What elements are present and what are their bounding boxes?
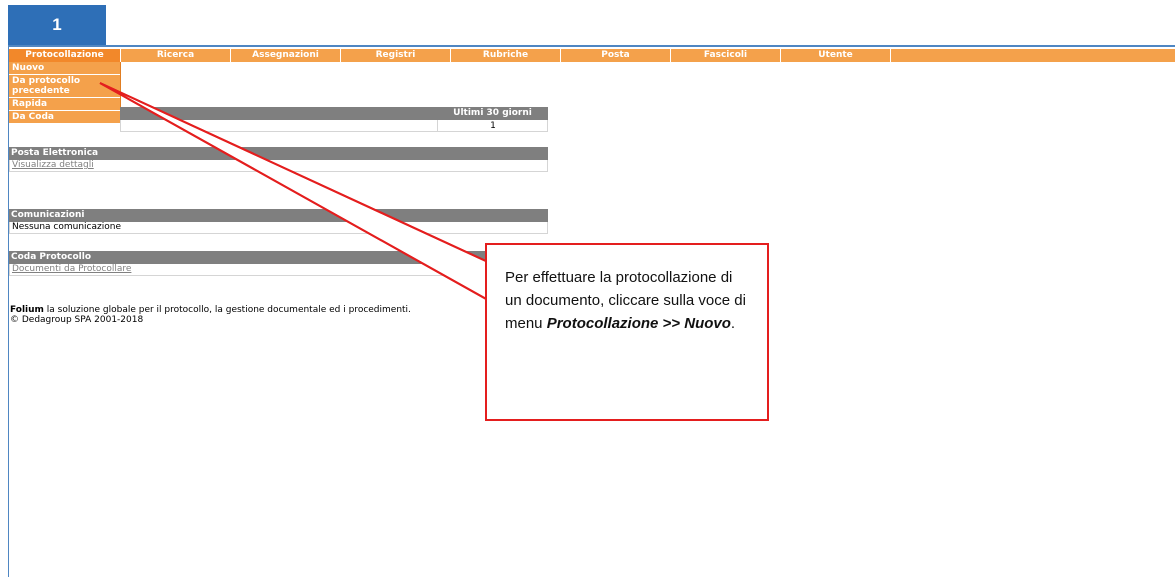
footer-brand: Folium [10,305,44,315]
instruction-callout: Per effettuare la protocollazione di un … [485,243,769,421]
step-number-badge: 1 [8,5,106,45]
stats-column-header: Ultimi 30 giorni [437,107,548,120]
submenu-item-da-protocollo-precedente[interactable]: Da protocollo precedente [9,75,120,98]
menu-utente[interactable]: Utente [781,49,891,62]
submenu-item-nuovo[interactable]: Nuovo [9,62,120,75]
frame-border-left [8,45,9,577]
menu-fascicoli[interactable]: Fascicoli [671,49,781,62]
footer-copyright: © Dedagroup SPA 2001-2018 [10,315,144,325]
documenti-da-protocollare-link[interactable]: Documenti da Protocollare [12,264,131,274]
stats-count-value: 1 [437,120,548,132]
callout-emphasis: Protocollazione >> Nuovo [546,315,731,332]
stats-table-header [120,107,437,120]
footer: Folium la soluzione globale per il proto… [10,305,411,325]
coda-protocollo-header: Coda Protocollo [9,251,548,264]
menu-protocollazione[interactable]: Protocollazione [9,49,121,62]
visualizza-dettagli-link[interactable]: Visualizza dettagli [12,160,94,170]
comunicazioni-row: Nessuna comunicazione [9,222,548,234]
posta-elettronica-header: Posta Elettronica [9,147,548,160]
callout-text-end: . [730,315,736,332]
comunicazioni-header: Comunicazioni [9,209,548,222]
posta-elettronica-row: Visualizza dettagli [9,160,548,172]
menu-registri[interactable]: Registri [341,49,451,62]
protocollazione-submenu: Nuovo Da protocollo precedente Rapida Da… [9,62,121,124]
submenu-item-da-coda[interactable]: Da Coda [9,111,120,124]
footer-tagline-text: la soluzione globale per il protocollo, … [43,305,411,315]
menu-posta[interactable]: Posta [561,49,671,62]
comunicazioni-text: Nessuna comunicazione [12,222,121,232]
main-menu-bar: Protocollazione Ricerca Assegnazioni Reg… [9,49,1175,62]
submenu-item-rapida[interactable]: Rapida [9,98,120,111]
frame-border-top [8,45,1175,47]
menu-rubriche[interactable]: Rubriche [451,49,561,62]
footer-tagline: Folium la soluzione globale per il proto… [10,305,411,315]
menu-assegnazioni[interactable]: Assegnazioni [231,49,341,62]
coda-protocollo-row: Documenti da Protocollare [9,264,548,276]
menu-ricerca[interactable]: Ricerca [121,49,231,62]
